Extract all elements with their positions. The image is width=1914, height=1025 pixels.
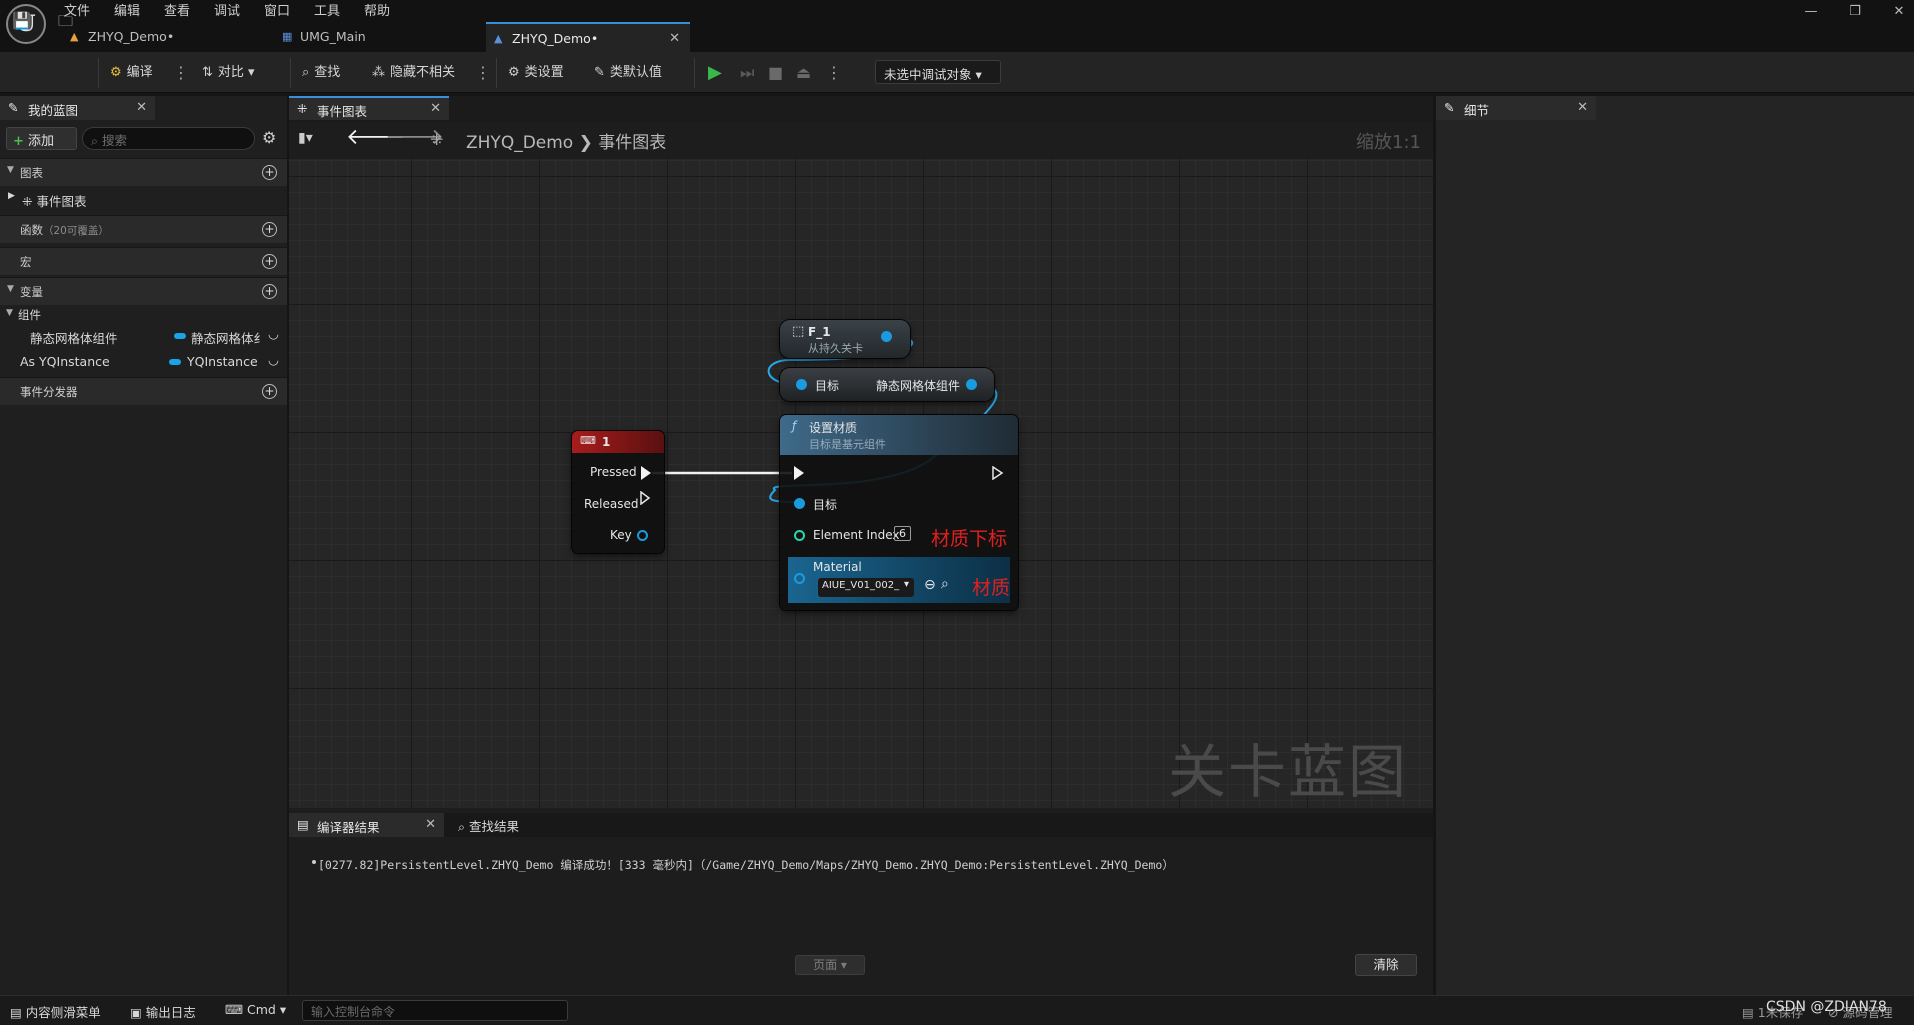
chevron-down-icon[interactable]: ▾ [904,579,909,590]
compile-log-line: [0277.82]PersistentLevel.ZHYQ_Demo 编译成功！… [318,858,1174,872]
pressed-exec-pin-icon[interactable] [641,466,651,480]
output-pin-icon[interactable] [966,379,977,390]
unsaved-icon: ▤ [1742,1005,1758,1020]
material-value: AIUE_V01_002_ [822,580,900,591]
exec-in-pin-icon[interactable] [794,466,804,480]
close-icon[interactable]: ✕ [1577,100,1588,115]
annotation-index: 材质下标 [931,528,1008,550]
node-set-material-title: 设置材质 [809,421,858,435]
tab-compiler-label: 编译器结果 [317,820,380,835]
content-drawer-button[interactable]: ▤ 内容侧滑菜单 [10,1002,101,1021]
node-f1[interactable]: ⬚ F_1 从持久关卡 [780,320,910,358]
key-label: Key [610,528,632,542]
annotation-material: 材质 [972,577,1011,599]
node-f1-title: F_1 [808,325,831,339]
target-pin-icon[interactable] [796,379,807,390]
console-placeholder: 输入控制台命令 [311,1005,396,1019]
exec-out-pin-icon[interactable] [992,465,1004,483]
keyboard-icon: ⌨ [580,434,596,447]
pencil-icon: ✎ [1444,100,1455,115]
tab-details-label: 细节 [1464,103,1490,118]
key-pin-icon[interactable] [637,530,648,541]
page-button[interactable]: 页面 ▾ [795,955,865,975]
clear-button[interactable]: 清除 [1355,954,1417,976]
node-get-target-label: 目标 [815,379,840,393]
function-icon: ƒ [792,419,797,433]
cmd-label: Cmd [247,1002,276,1017]
node-set-material-subtitle: 目标是基元组件 [809,438,886,451]
use-selected-icon[interactable]: ⊖ [924,577,936,593]
tab-find-results[interactable]: ⌕ 查找结果 [458,816,519,835]
cube-icon: ⬚ [792,324,805,339]
material-pin-icon[interactable] [794,573,805,584]
node-f1-subtitle: 从持久关卡 [808,342,863,355]
content-drawer-icon: ▤ [10,1005,26,1020]
output-log-icon: ▣ [130,1005,146,1020]
released-label: Released [584,497,639,511]
node-key-title: 1 [602,435,611,449]
material-label: Material [813,560,862,574]
details-panel [1436,96,1914,995]
element-index-pin-icon[interactable] [794,530,805,541]
material-select[interactable]: AIUE_V01_002_ [818,578,914,597]
console-input[interactable]: 输入控制台命令 [302,1000,568,1021]
node-get-output-label: 静态网格体组件 [876,379,961,393]
compiler-icon: ▤ [297,817,309,832]
output-log-label: 输出日志 [145,1005,196,1020]
output-pin-icon[interactable] [881,331,892,342]
cmd-icon: ⌨ [225,1002,248,1017]
element-index-input[interactable]: 6 [894,526,911,541]
target-label: 目标 [813,498,838,512]
node-key-event[interactable]: ⌨ 1 Pressed Released Key [572,431,664,553]
log-bullet [312,860,316,864]
page-label: 页面 [813,958,838,972]
content-drawer-label: 内容侧滑菜单 [25,1005,101,1020]
browse-asset-icon[interactable]: ⌕ [941,576,949,592]
search-icon: ⌕ [458,819,469,834]
output-log-button[interactable]: ▣ 输出日志 [130,1002,196,1021]
tab-details[interactable]: ✎ 细节 ✕ [1436,96,1596,120]
tab-compiler-results[interactable]: ▤ 编译器结果 ✕ [289,813,444,837]
target-pin-icon[interactable] [794,498,805,509]
status-bar [0,995,1914,1025]
csdn-watermark: CSDN @ZDIAN78 [1766,999,1887,1015]
pressed-label: Pressed [590,465,637,479]
node-get-component[interactable]: 目标 静态网格体组件 [780,368,994,401]
cmd-select[interactable]: ⌨ Cmd ▾ [225,1002,286,1017]
close-icon[interactable]: ✕ [425,817,436,832]
element-index-label: Element Index [813,528,900,542]
tab-find-label: 查找结果 [468,819,519,834]
